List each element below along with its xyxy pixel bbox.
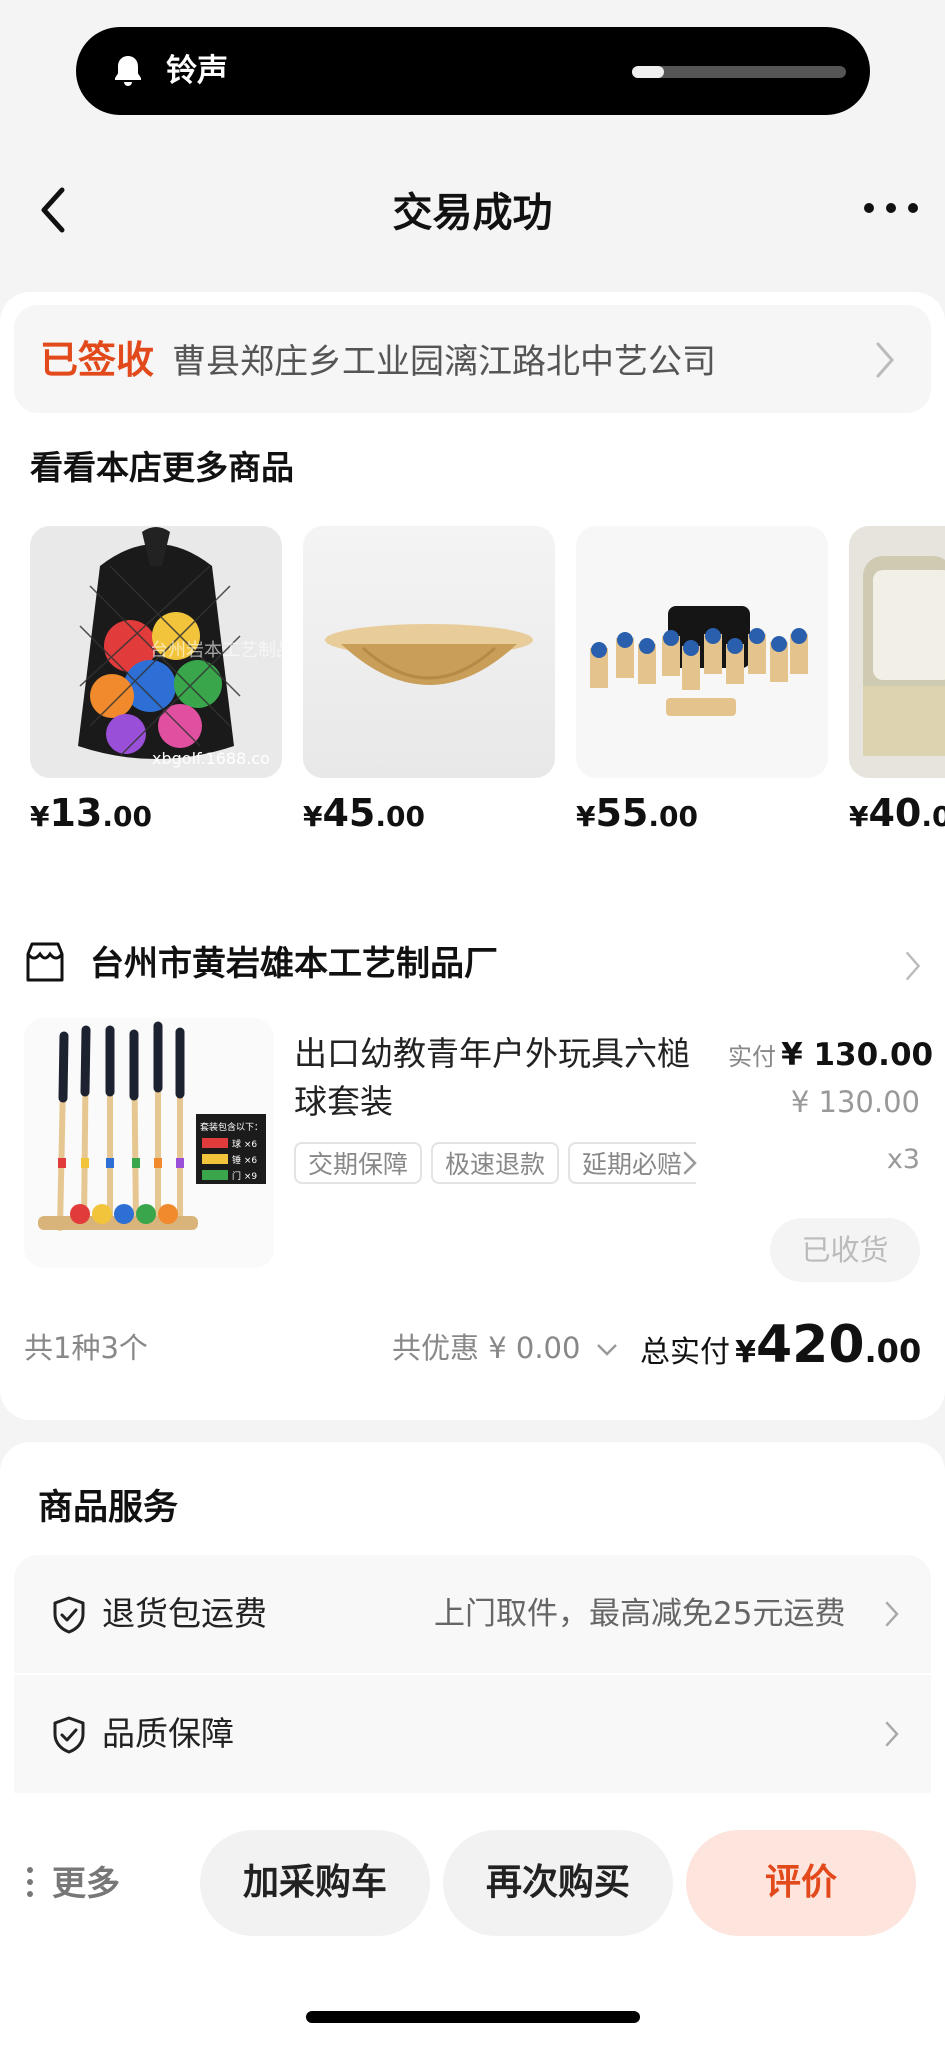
product-quantity: x3 [886,1144,920,1175]
shield-check-icon [53,1596,85,1634]
ringer-volume-bar [632,66,846,78]
more-options-icon[interactable] [862,196,920,220]
recommend-item-image[interactable] [576,526,828,778]
recommend-item-price: ¥13.00 [30,791,152,835]
service-tag: 极速退款 [431,1142,559,1184]
product-image[interactable]: 套装包含以下： 球 ×6 锤 ×6 门 ×9 [24,1018,274,1268]
chevron-right-icon [876,342,894,378]
order-item-count: 共1种3个 [24,1331,148,1365]
product-image-caption: 锤 ×6 [232,1154,257,1166]
received-button[interactable]: 已收货 [770,1218,920,1282]
buy-again-button[interactable]: 再次购买 [443,1830,673,1936]
product-paid-price: 实付 ¥ 130.00 [728,1037,934,1073]
recommend-item-image[interactable] [303,526,555,778]
delivery-status: 已签收 [40,338,155,382]
chevron-right-icon [906,952,921,980]
vertical-dots-icon[interactable] [26,1862,34,1902]
recommend-item-image[interactable]: 台州岩本工艺制品厂 xbgolf.1688.co [30,526,282,778]
product-image-caption: 套装包含以下： [200,1121,263,1133]
product-original-price: ¥ 130.00 [790,1085,920,1119]
chevron-right-icon [885,1721,899,1747]
chevron-down-icon [596,1344,617,1356]
recommend-item-price: ¥55.00 [576,791,698,835]
order-total: 总实付 ¥420.00 [640,1315,922,1375]
shield-check-icon [53,1716,85,1754]
more-actions-button[interactable]: 更多 [52,1860,120,1908]
ringer-label: 铃声 [166,53,228,89]
chevron-right-icon [885,1601,899,1627]
watermark-text: 台州岩本工艺制品厂 [150,640,282,661]
product-image-caption: 门 ×9 [232,1170,257,1182]
shop-icon [26,942,64,982]
service-label: 退货包运费 [102,1594,267,1633]
product-title[interactable]: 出口幼教青年户外玩具六槌球套装 [294,1030,714,1126]
services-title: 商品服务 [38,1488,179,1528]
add-to-purchase-cart-button[interactable]: 加采购车 [200,1830,430,1936]
page-title: 交易成功 [392,190,553,236]
recommend-item-price: ¥45.00 [303,791,425,835]
recommend-item-image[interactable] [849,526,945,778]
service-label: 品质保障 [102,1714,234,1753]
ringer-indicator: 铃声 [76,27,870,115]
bell-icon [115,56,141,86]
watermark-text: xbgolf.1688.co [152,749,270,768]
shop-name[interactable]: 台州市黄岩雄本工艺制品厂 [90,940,498,988]
ringer-volume-fill [632,66,665,78]
service-description: 上门取件，最高减免25元运费 [434,1596,846,1632]
order-discount[interactable]: 共优惠 ¥ 0.00 [392,1325,618,1371]
review-button[interactable]: 评价 [686,1830,916,1936]
chevron-right-icon[interactable] [682,1150,698,1176]
service-tag: 延期必赔 [568,1142,696,1184]
delivery-address: 曹县郑庄乡工业园漓江路北中艺公司 [172,342,716,382]
recommend-section-title: 看看本店更多商品 [30,448,294,487]
service-tag: 交期保障 [294,1142,422,1184]
home-indicator[interactable] [306,2011,640,2023]
recommend-item-price: ¥40.0 [849,791,945,835]
product-image-caption: 球 ×6 [232,1138,257,1150]
